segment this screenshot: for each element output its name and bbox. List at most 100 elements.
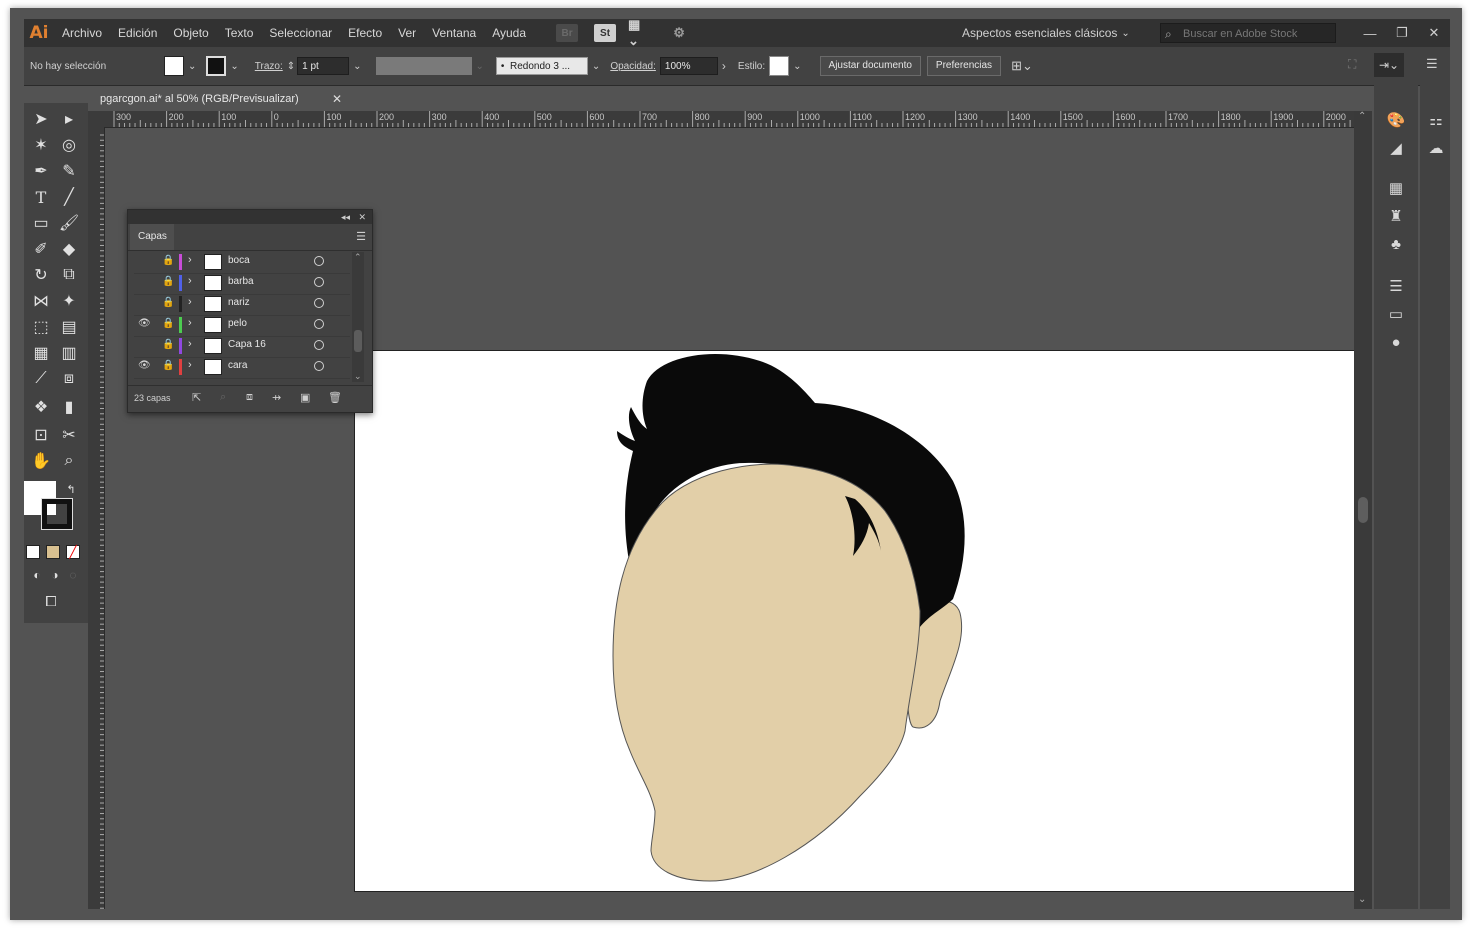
fill-swatch[interactable] <box>164 56 184 76</box>
artboard-tool-icon[interactable]: ⊡ <box>28 423 54 447</box>
layer-name[interactable]: barba <box>228 276 254 287</box>
eraser-tool-icon[interactable]: ◆ <box>56 237 82 261</box>
expand-arrow-icon[interactable]: › <box>188 275 192 287</box>
close-tab-icon[interactable]: ✕ <box>332 87 342 111</box>
color-panel-icon[interactable]: 🎨 <box>1382 109 1410 131</box>
profile-chevron-icon[interactable]: ⌄ <box>476 61 484 72</box>
symbols-panel-icon[interactable]: ♣ <box>1382 233 1410 255</box>
document-tab[interactable]: pgarcgon.ai* al 50% (RGB/Previsualizar) … <box>92 87 350 111</box>
layer-name[interactable]: boca <box>228 255 250 266</box>
target-circle-icon[interactable] <box>314 298 324 308</box>
brush-definition-field[interactable]: • Redondo 3 ... <box>495 57 588 75</box>
gradient-tool-icon[interactable]: ▥ <box>56 341 82 365</box>
preferences-button[interactable]: Preferencias <box>926 56 1002 76</box>
stroke-weight-field[interactable]: 1 pt <box>297 57 350 75</box>
new-layer-icon[interactable]: ▣ <box>300 391 310 404</box>
perspective-grid-tool-icon[interactable]: ▤ <box>56 315 82 339</box>
minimize-icon[interactable]: — <box>1354 19 1386 47</box>
lock-icon[interactable]: 🔒 <box>162 339 174 350</box>
layers-scroll-thumb[interactable] <box>354 330 362 352</box>
scroll-thumb[interactable] <box>1358 497 1368 523</box>
menu-texto[interactable]: Texto <box>217 19 262 47</box>
stroke-label[interactable]: Trazo: <box>255 61 283 72</box>
target-circle-icon[interactable] <box>314 361 324 371</box>
stroke-swatch[interactable] <box>206 56 227 76</box>
brush-chevron-icon[interactable]: ⌄ <box>592 61 600 72</box>
close-panel-icon[interactable]: ✕ <box>358 210 366 224</box>
color-mode-icon[interactable] <box>26 545 40 559</box>
color-guide-icon[interactable]: ◢ <box>1382 137 1410 159</box>
lasso-tool-icon[interactable]: ◎ <box>56 133 82 157</box>
screen-mode-icon[interactable]: ⧠ <box>38 589 64 613</box>
artboard[interactable] <box>354 350 1362 892</box>
expand-arrow-icon[interactable]: › <box>188 254 192 266</box>
align-options-icon[interactable]: ⊞⌄ <box>1011 58 1033 74</box>
menu-ver[interactable]: Ver <box>390 19 424 47</box>
locate-object-icon[interactable]: ⌕ <box>220 391 226 404</box>
brushes-panel-icon[interactable]: ♜ <box>1382 205 1410 227</box>
target-circle-icon[interactable] <box>314 277 324 287</box>
target-circle-icon[interactable] <box>314 256 324 266</box>
menu-archivo[interactable]: Archivo <box>54 19 110 47</box>
scale-tool-icon[interactable]: ⧉ <box>56 263 82 287</box>
menu-seleccionar[interactable]: Seleccionar <box>261 19 340 47</box>
layers-scrollbar[interactable]: ⌃ ⌄ <box>352 252 364 382</box>
width-tool-icon[interactable]: ⋈ <box>28 289 54 313</box>
menu-ayuda[interactable]: Ayuda <box>484 19 534 47</box>
stock-search-input[interactable]: ⌕ Buscar en Adobe Stock <box>1160 23 1336 43</box>
panel-toggle-icon[interactable]: ⇥⌄ <box>1374 53 1404 77</box>
layer-row[interactable]: 🔒 › nariz <box>134 294 350 316</box>
menu-efecto[interactable]: Efecto <box>340 19 390 47</box>
expand-arrow-icon[interactable]: › <box>188 296 192 308</box>
layer-name[interactable]: Capa 16 <box>228 339 266 350</box>
hand-tool-icon[interactable]: ✋ <box>28 449 54 473</box>
mesh-tool-icon[interactable]: ▦ <box>28 341 54 365</box>
control-menu-icon[interactable]: ☰ <box>1426 56 1438 72</box>
stroke-chevron-icon[interactable]: ⌄ <box>230 61 238 72</box>
column-graph-tool-icon[interactable]: ▮ <box>56 395 82 419</box>
layers-tab[interactable]: Capas <box>130 224 174 250</box>
collapse-panel-icon[interactable]: ◂◂ <box>341 210 350 224</box>
paintbrush-tool-icon[interactable]: 🖌 <box>56 211 82 235</box>
fit-document-button[interactable]: Ajustar documento <box>819 56 921 76</box>
panel-menu-icon[interactable]: ☰ <box>356 230 366 243</box>
opacity-label[interactable]: Opacidad: <box>610 61 656 72</box>
workspace-switcher[interactable]: Aspectos esenciales clásicos ⌄ <box>962 19 1134 47</box>
curvature-tool-icon[interactable]: ✎ <box>56 159 82 183</box>
stock-icon[interactable]: St <box>594 24 617 42</box>
new-sublayer-icon[interactable]: ⇸ <box>272 391 281 404</box>
opacity-arrow-icon[interactable]: › <box>722 59 726 73</box>
fill-chevron-icon[interactable]: ⌄ <box>188 61 196 72</box>
transparency-panel-icon[interactable]: ● <box>1382 331 1410 353</box>
line-tool-icon[interactable]: ╱ <box>56 185 82 209</box>
bridge-icon[interactable]: Br <box>556 24 579 42</box>
lock-icon[interactable]: 🔒 <box>162 318 174 329</box>
stroke-weight-chevron-icon[interactable]: ⌄ <box>353 61 361 72</box>
layer-row[interactable]: 🔒 › boca <box>134 252 350 274</box>
close-icon[interactable]: ✕ <box>1418 19 1450 47</box>
visibility-eye-icon[interactable]: 👁 <box>138 318 151 329</box>
layers-scroll-up-icon[interactable]: ⌃ <box>354 252 362 263</box>
visibility-eye-icon[interactable]: 👁 <box>138 360 151 371</box>
lock-icon[interactable]: 🔒 <box>162 360 174 371</box>
swap-fill-stroke-icon[interactable]: ↰ <box>58 477 84 501</box>
draw-inside-icon[interactable]: ◌ <box>60 563 86 587</box>
stroke-panel-icon[interactable]: ☰ <box>1382 275 1410 297</box>
scroll-down-icon[interactable]: ⌄ <box>1358 894 1366 905</box>
zoom-tool-icon[interactable]: ⌕ <box>56 449 82 473</box>
isolate-icon[interactable]: ⛶ <box>1348 57 1356 72</box>
style-swatch[interactable] <box>769 56 790 76</box>
type-tool-icon[interactable]: T <box>28 185 54 209</box>
layer-row[interactable]: 👁 🔒 › pelo <box>134 315 350 337</box>
libraries-panel-icon[interactable]: ⚏ <box>1422 109 1450 131</box>
stroke-color-box[interactable] <box>41 498 73 530</box>
rectangle-tool-icon[interactable]: ▭ <box>28 211 54 235</box>
shaper-tool-icon[interactable]: ✐ <box>28 237 54 261</box>
rotate-tool-icon[interactable]: ↻ <box>28 263 54 287</box>
menu-edicion[interactable]: Edición <box>110 19 165 47</box>
layer-row[interactable]: 🔒 › Capa 16 <box>134 336 350 358</box>
swatches-panel-icon[interactable]: ▦ <box>1382 177 1410 199</box>
opacity-field[interactable]: 100% <box>659 57 718 75</box>
menu-objeto[interactable]: Objeto <box>165 19 216 47</box>
layer-name[interactable]: cara <box>228 360 247 371</box>
